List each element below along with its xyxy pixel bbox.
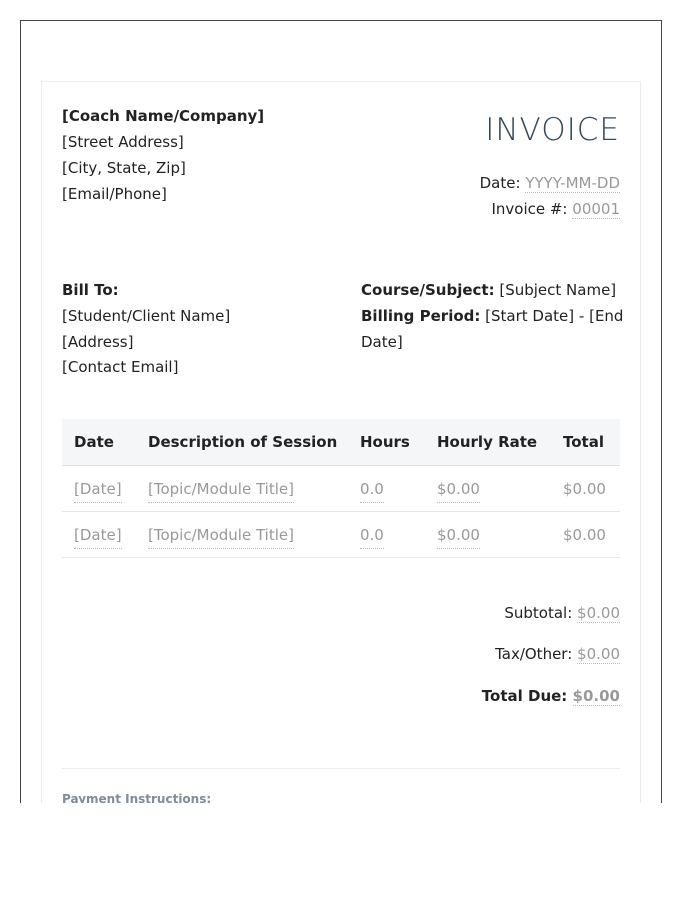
invoice-number-line: Invoice #: 00001 xyxy=(491,196,620,222)
date-label: Date: xyxy=(479,174,521,192)
client-name: [Student/Client Name] xyxy=(62,307,231,325)
company-name: [Coach Name/Company] xyxy=(62,107,265,125)
total-due-line: Total Due: $0.00 xyxy=(482,683,620,709)
subtotal-value: $0.00 xyxy=(577,604,620,623)
header-description: Description of Session xyxy=(148,433,338,451)
client-email: [Contact Email] xyxy=(62,358,179,376)
row-description[interactable]: [Topic/Module Title] xyxy=(148,522,294,549)
tax-value[interactable]: $0.00 xyxy=(577,645,620,664)
date-field[interactable]: YYYY-MM-DD xyxy=(525,174,620,193)
email-phone: [Email/Phone] xyxy=(62,185,167,203)
header-date: Date xyxy=(74,433,114,451)
row-date[interactable]: [Date] xyxy=(74,476,122,503)
header-hours: Hours xyxy=(360,433,410,451)
header-hourly-rate: Hourly Rate xyxy=(437,433,538,451)
row-hourly-rate[interactable]: $0.00 xyxy=(437,476,480,503)
row-hours[interactable]: 0.0 xyxy=(360,522,384,549)
row-date[interactable]: [Date] xyxy=(74,522,122,549)
table-header: Date Description of Session Hours Hourly… xyxy=(62,419,620,466)
row-hourly-rate[interactable]: $0.00 xyxy=(437,522,480,549)
street-address: [Street Address] xyxy=(62,133,184,151)
bill-to-heading: Bill To: xyxy=(62,281,119,299)
header-total: Total xyxy=(563,433,604,451)
sessions-table: Date Description of Session Hours Hourly… xyxy=(62,419,620,558)
course-subject-value: [Subject Name] xyxy=(499,281,617,299)
tax-label: Tax/Other: xyxy=(495,645,573,663)
client-address: [Address] xyxy=(62,333,134,351)
payment-instructions-heading: Payment Instructions: xyxy=(62,792,212,803)
course-subject-label: Course/Subject: xyxy=(361,281,495,299)
invoice-date-line: Date: YYYY-MM-DD xyxy=(480,170,620,196)
section-divider xyxy=(62,768,620,769)
billing-period-line: Billing Period: [Start Date] - [End xyxy=(361,303,623,329)
page-frame: [Coach Name/Company] [Street Address] [C… xyxy=(20,20,662,803)
billing-period-label: Billing Period: xyxy=(361,307,481,325)
row-total: $0.00 xyxy=(563,526,606,544)
tax-line: Tax/Other: $0.00 xyxy=(495,641,620,667)
row-total: $0.00 xyxy=(563,480,606,498)
invoice-sheet: [Coach Name/Company] [Street Address] [C… xyxy=(41,81,641,803)
table-row: [Date] [Topic/Module Title] 0.0 $0.00 $0… xyxy=(62,466,620,512)
billing-period-value-continued: Date] xyxy=(361,333,403,351)
billing-period-value: [Start Date] - [End xyxy=(485,307,624,325)
total-due-label: Total Due: xyxy=(481,687,568,705)
invoice-title: INVOICE xyxy=(485,112,620,148)
row-description[interactable]: [Topic/Module Title] xyxy=(148,476,294,503)
total-due-value: $0.00 xyxy=(572,687,620,706)
invoice-number-field[interactable]: 00001 xyxy=(572,200,620,219)
row-hours[interactable]: 0.0 xyxy=(360,476,384,503)
course-subject-line: Course/Subject: [Subject Name] xyxy=(361,277,616,303)
table-row: [Date] [Topic/Module Title] 0.0 $0.00 $0… xyxy=(62,512,620,558)
city-state-zip: [City, State, Zip] xyxy=(62,159,186,177)
subtotal-line: Subtotal: $0.00 xyxy=(504,600,620,626)
invoice-number-label: Invoice #: xyxy=(491,200,568,218)
subtotal-label: Subtotal: xyxy=(504,604,573,622)
